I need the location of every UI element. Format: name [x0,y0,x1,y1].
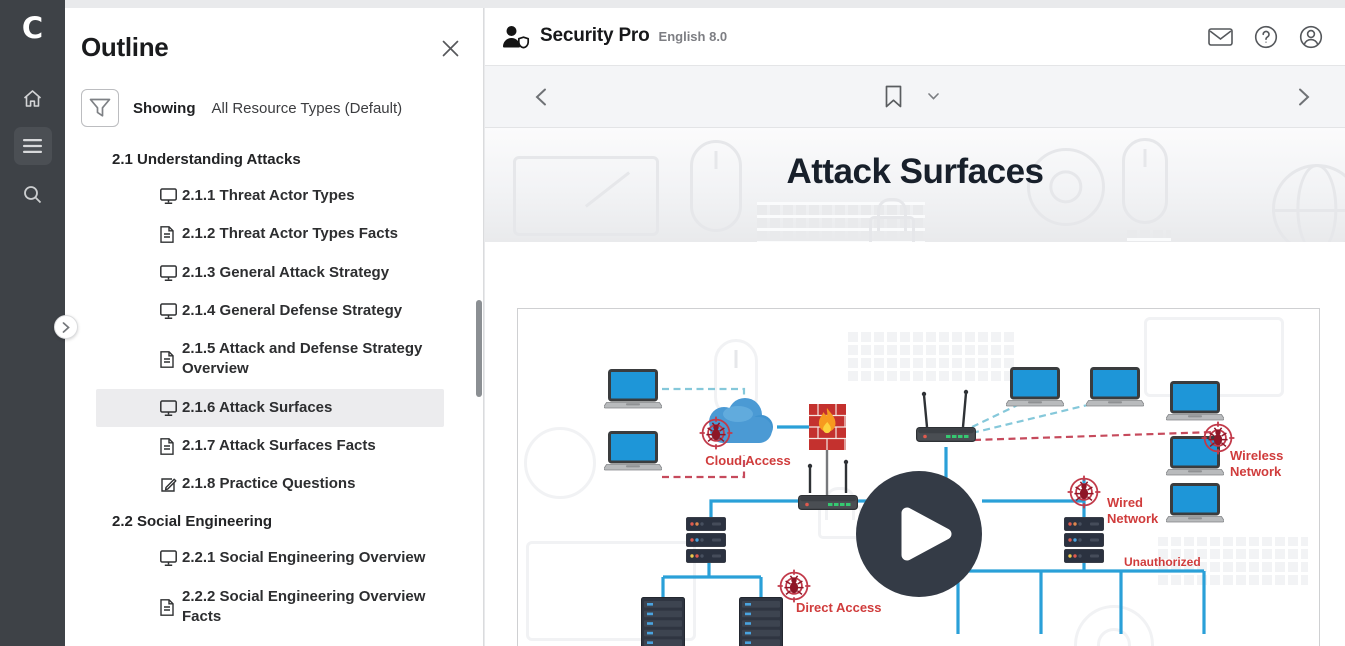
search-icon [23,185,42,204]
chevron-left-icon [535,88,547,106]
outline-header: Outline [65,8,483,63]
help-button[interactable] [1252,23,1280,51]
filter-label: Showing [133,100,196,117]
direct-access-label: Direct Access [796,600,882,615]
firewall-icon [809,404,846,450]
play-button[interactable] [856,471,982,597]
app-header: Security Pro English 8.0 [485,8,1345,66]
funnel-icon [89,98,111,118]
lesson-banner: Attack Surfaces [485,128,1345,242]
home-button[interactable] [14,79,52,117]
decorative-squares-icon [1127,230,1171,242]
account-button[interactable] [1297,23,1325,51]
mail-icon [1208,27,1233,47]
outline-list: 2.1 Understanding Attacks 2.1.1 Threat A… [65,141,483,646]
bookmark-icon [885,85,902,108]
play-icon [856,471,982,597]
monitor-icon [160,550,177,566]
header-icons [1206,23,1325,51]
profile-icon [1299,25,1323,49]
wired-network-label: Network [1107,511,1159,526]
home-icon [22,88,43,109]
course-title: Security Pro [540,25,650,47]
server-stack-icon [1065,518,1104,563]
outline-item[interactable]: 2.1.3 General Attack Strategy [96,254,444,292]
wireless-router-icon [917,428,976,442]
server-rack-icon [642,598,685,646]
threat-bug-icon [1068,476,1101,509]
bookmark-menu-button[interactable] [926,91,941,102]
search-button[interactable] [14,175,52,213]
outline-title: Outline [81,32,168,63]
document-icon [160,226,177,243]
resource-filter: Showing All Resource Types (Default) [81,89,483,127]
previous-lesson-button[interactable] [529,82,553,112]
document-icon [160,438,177,455]
lesson-nav [485,66,1345,128]
unauthorized-label: Unauthorized [1124,555,1201,569]
outline-menu-button[interactable] [14,127,52,165]
video-player[interactable]: Cloud Access Direct Access Wired Network… [517,308,1320,646]
security-pro-icon [502,25,530,49]
course-edition: English 8.0 [659,29,728,44]
cloud-access-label: Cloud Access [705,453,791,468]
server-rack-icon [740,598,783,646]
outline-scrollbar [476,8,482,646]
outline-item[interactable]: 2.2.3 Social Engineering Techniques [96,636,444,646]
monitor-icon [160,303,177,319]
sidebar-expand-button[interactable] [54,315,78,339]
help-icon [1254,25,1278,49]
course-info: Security Pro English 8.0 [502,25,727,49]
laptop-icon [604,371,662,409]
bookmark-button[interactable] [883,83,904,110]
laptop-icon [604,433,662,471]
outline-item[interactable]: 2.1.2 Threat Actor Types Facts [96,215,444,253]
scrollbar-thumb[interactable] [476,300,482,397]
wireless-network-label: Wireless [1230,448,1283,463]
laptop-icon [1166,383,1224,421]
laptop-icon [1166,485,1224,523]
monitor-icon [160,188,177,204]
monitor-icon [160,400,177,416]
wired-router-icon [799,496,858,510]
outline-item[interactable]: 2.1.5 Attack and Defense Strategy Overvi… [96,330,444,389]
monitor-icon [160,265,177,281]
outline-item[interactable]: 2.1.8 Practice Questions [96,465,444,503]
outline-item-selected[interactable]: 2.1.6 Attack Surfaces [96,389,444,427]
menu-icon [23,139,42,153]
wireless-network-label: Network [1230,464,1282,479]
outline-panel: Outline Showing All Resource Types (Defa… [65,8,484,646]
lesson-title: Attack Surfaces [485,152,1345,192]
laptop-icon [1086,369,1144,407]
main-content: Security Pro English 8.0 [485,8,1345,646]
outline-close-button[interactable] [440,38,461,59]
chevron-right-icon [1298,88,1310,106]
threat-bug-icon [778,570,811,603]
messages-button[interactable] [1206,25,1235,49]
edit-icon [160,476,177,493]
chevron-down-icon [928,93,939,100]
filter-button[interactable] [81,89,119,127]
outline-item[interactable]: 2.1.4 General Defense Strategy [96,292,444,330]
outline-item[interactable]: 2.2.1 Social Engineering Overview [96,539,444,577]
outline-item[interactable]: 2.1.7 Attack Surfaces Facts [96,427,444,465]
server-stack-icon [687,518,726,563]
filter-value: All Resource Types (Default) [212,100,403,117]
outline-section: 2.1 Understanding Attacks [65,141,483,177]
wired-network-label: Wired [1107,495,1143,510]
chevron-right-icon [62,322,70,333]
next-lesson-button[interactable] [1292,82,1316,112]
decorative-lock-icon [869,216,915,242]
app-logo[interactable]: C [22,14,43,43]
close-icon [442,40,459,57]
outline-section: 2.2 Social Engineering [65,503,483,539]
laptop-icon [1006,369,1064,407]
lesson-content: Cloud Access Direct Access Wired Network… [485,242,1345,646]
outline-item[interactable]: 2.1.1 Threat Actor Types [96,177,444,215]
bookmark-controls [883,83,941,110]
document-icon [160,599,177,616]
outline-item[interactable]: 2.2.2 Social Engineering Overview Facts [96,578,444,637]
document-icon [160,351,177,368]
